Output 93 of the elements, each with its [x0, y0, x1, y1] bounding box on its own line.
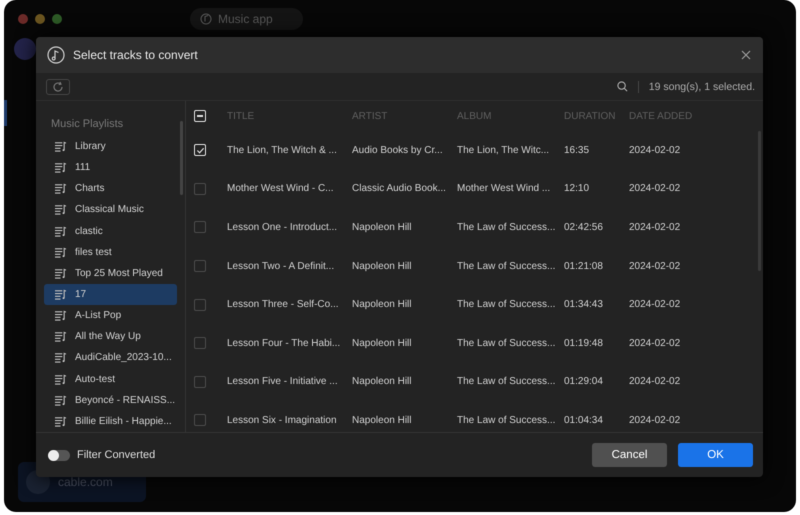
playlist-item[interactable]: A-List Pop [44, 305, 177, 326]
playlist-item[interactable]: 17 [44, 284, 177, 306]
table-cell-text: The Law of Success... [457, 299, 556, 310]
sidebar-heading: Music Playlists [51, 118, 124, 130]
row-checkbox[interactable] [194, 337, 206, 350]
playlist-item[interactable]: AudiCable_2023-10... [44, 347, 177, 369]
table-cell-text: 2024-02-02 [629, 414, 682, 426]
table-cell-text: 2024-02-02 [629, 338, 682, 349]
dialog-title: Select tracks to convert [73, 48, 198, 62]
playlist-item[interactable]: clastic [44, 220, 177, 242]
table-cell-text: 01:34:43 [564, 299, 604, 310]
avatar-icon[interactable] [14, 38, 36, 60]
refresh-icon [51, 80, 65, 92]
table-cell-text: 2024-02-02 [629, 376, 682, 388]
playlist-item[interactable]: Beyoncé - RENAISS... [44, 390, 177, 411]
playlist-icon [54, 183, 67, 194]
table-cell-text: Lesson One - Introduct... [227, 222, 338, 233]
table-cell-text: 2024-02-02 [629, 222, 682, 233]
table-cell-text: 16:35 [564, 144, 590, 156]
table-cell-text: 2024-02-02 [629, 144, 682, 156]
table-cell-text: The Law of Success... [457, 338, 556, 349]
playlist-item[interactable]: Auto-test [44, 368, 177, 390]
cancel-button[interactable]: Cancel [592, 443, 667, 467]
playlist-icon [54, 374, 67, 385]
table-cell-text: The Law of Success... [457, 414, 556, 426]
table-cell-text: Lesson Five - Initiative ... [227, 376, 339, 388]
close-icon[interactable] [741, 50, 751, 60]
table-cell-text: Napoleon Hill [352, 299, 412, 310]
toggle-label: Filter Converted [77, 449, 156, 461]
playlist-item[interactable]: Classical Music [44, 199, 177, 221]
table-cell-text: Napoleon Hill [352, 376, 412, 388]
search-icon[interactable] [616, 81, 628, 92]
row-checkbox[interactable] [194, 414, 206, 426]
table-cell-text: 01:21:08 [564, 260, 604, 272]
scrollbar[interactable] [180, 121, 183, 195]
minimize-light[interactable] [35, 14, 45, 24]
app-title: Music app [218, 12, 273, 26]
table-cell-text: Mother West Wind - C... [227, 183, 335, 194]
table-cell-text: 01:04:34 [564, 414, 604, 426]
playlist-item[interactable]: 111 [44, 157, 177, 178]
table-cell-text: Napoleon Hill [352, 222, 412, 233]
table-cell-text: Audio Books by Cr... [352, 144, 444, 156]
table-cell-text: 2024-02-02 [629, 299, 682, 310]
row-checkbox[interactable] [194, 376, 206, 388]
filter-toggle[interactable] [48, 450, 70, 460]
row-checkbox[interactable] [194, 298, 206, 311]
table-cell-text: Lesson Two - A Definit... [227, 260, 336, 272]
playlist-icon [54, 331, 67, 342]
table-cell-text: The Law of Success... [457, 222, 556, 233]
table-cell-text: Napoleon Hill [352, 414, 412, 426]
table-cell-text: Mother West Wind ... [457, 183, 552, 194]
selection-summary: 19 song(s), 1 selected. [648, 80, 755, 92]
table-cell-text: 2024-02-02 [629, 260, 682, 272]
table-cell-text: The Lion, The Witc... [457, 144, 550, 156]
playlist-item[interactable]: Charts [44, 178, 177, 200]
playlist-icon [54, 289, 67, 300]
playlist-item[interactable]: All the Way Up [44, 326, 177, 348]
playlist-icon [54, 162, 67, 174]
table-cell-text: 12:10 [564, 183, 590, 194]
table-cell-text: The Law of Success... [457, 376, 556, 388]
select-all-checkbox[interactable] [194, 110, 206, 122]
table-cell-text: The Law of Success... [457, 260, 556, 272]
ok-button[interactable]: OK [678, 443, 753, 467]
playlist-icon [54, 246, 67, 258]
playlist-icon [54, 416, 67, 427]
table-cell-text: Napoleon Hill [352, 260, 412, 272]
table-cell-text: 2024-02-02 [629, 183, 682, 194]
table-cell-text: Lesson Six - Imagination [227, 414, 338, 426]
row-checkbox[interactable] [194, 221, 206, 234]
playlist-icon [54, 141, 67, 152]
playlist-icon [54, 204, 67, 216]
table-cell-text: Classic Audio Book... [352, 183, 447, 194]
playlist-icon [54, 268, 67, 279]
playlist-item[interactable]: Top 25 Most Played [44, 262, 177, 284]
playlist-icon [54, 310, 67, 322]
table-cell-text: Napoleon Hill [352, 338, 412, 349]
close-light[interactable] [18, 14, 28, 24]
table-cell-text: Lesson Four - The Habi... [227, 338, 342, 349]
table-cell-text: 01:29:04 [564, 376, 604, 388]
row-checkbox[interactable] [194, 182, 206, 195]
playlist-icon [54, 226, 67, 237]
refresh-button[interactable] [46, 78, 70, 94]
playlist-item[interactable]: Billie Eilish - Happie... [44, 410, 177, 432]
table-cell-text: The Lion, The Witch & ... [227, 144, 338, 156]
playlist-icon [54, 394, 67, 406]
playlist-item[interactable]: files test [44, 242, 177, 263]
playlist-icon [54, 352, 67, 364]
row-checkbox[interactable] [194, 260, 206, 272]
zoom-light[interactable] [52, 14, 62, 24]
table-cell-text: 02:42:56 [564, 222, 604, 233]
table-cell-text: Lesson Three - Self-Co... [227, 299, 340, 310]
playlist-item[interactable]: Library [44, 136, 177, 158]
table-cell-text: 01:19:48 [564, 338, 604, 349]
